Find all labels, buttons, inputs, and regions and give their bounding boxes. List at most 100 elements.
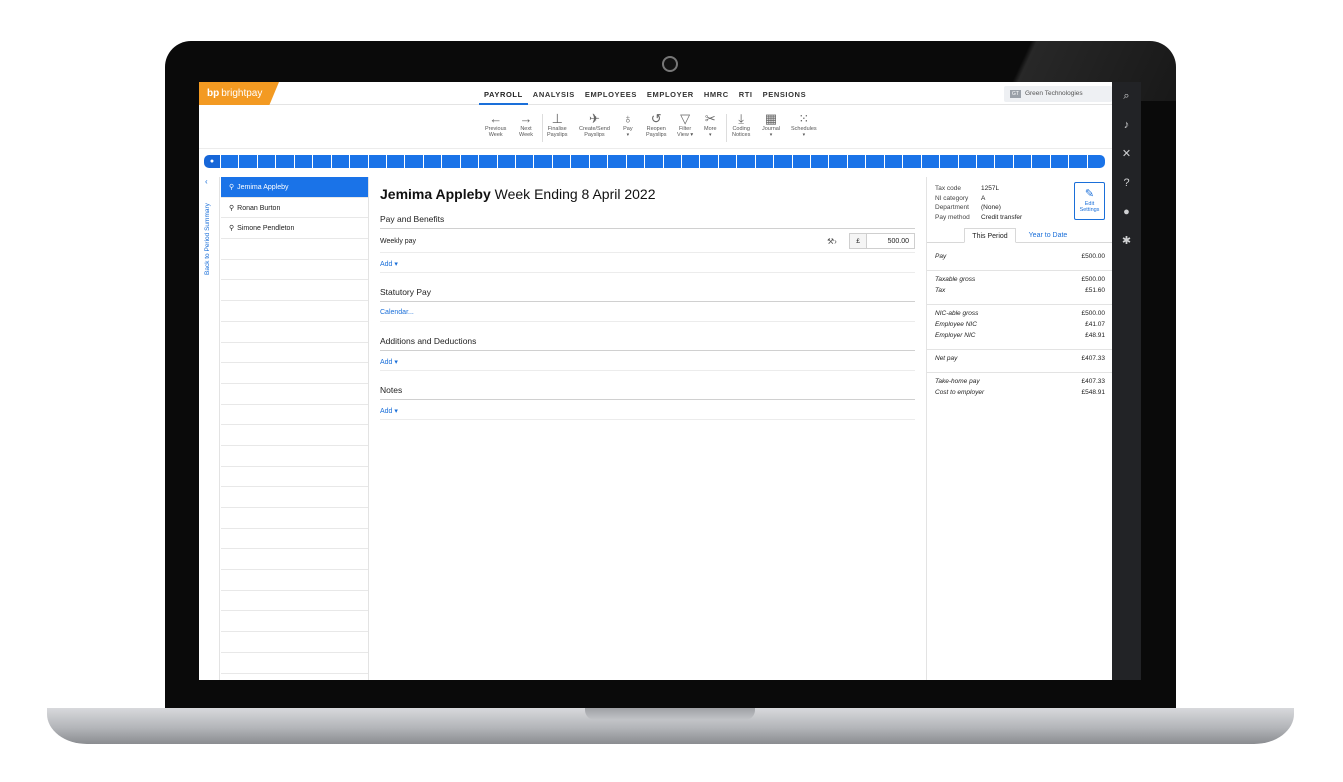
history-icon: ↺	[650, 111, 662, 126]
add-additions-link[interactable]: Add ▾	[380, 351, 915, 371]
strip-cell[interactable]	[534, 155, 552, 168]
strip-cell[interactable]	[663, 155, 681, 168]
back-to-period-summary-link[interactable]: Back to Period Summary	[204, 190, 211, 275]
strip-cell[interactable]	[737, 155, 755, 168]
strip-cell[interactable]	[589, 155, 608, 168]
next-week-button[interactable]: → Next Week	[519, 111, 533, 138]
strip-cell[interactable]	[423, 155, 442, 168]
bell-icon[interactable]: ♪	[1112, 111, 1141, 140]
empty-list-row	[221, 529, 368, 550]
strip-cell[interactable]	[386, 155, 405, 168]
tools-icon[interactable]: ✕	[1112, 140, 1141, 169]
previous-week-button[interactable]: ← Previous Week	[485, 111, 506, 138]
nav-analysis[interactable]: ANALYSIS	[528, 82, 580, 105]
strip-cell[interactable]	[1032, 155, 1050, 168]
strip-cell[interactable]	[239, 155, 257, 168]
strip-cell[interactable]	[645, 155, 663, 168]
bug-icon[interactable]: ✱	[1112, 227, 1141, 256]
person-icon[interactable]: ●	[204, 155, 220, 168]
strip-cell[interactable]	[940, 155, 958, 168]
strip-cell[interactable]	[368, 155, 386, 168]
strip-cell[interactable]	[294, 155, 313, 168]
strip-cell[interactable]	[331, 155, 350, 168]
chevron-left-icon: ‹	[205, 177, 208, 186]
wrench-icon[interactable]: ⚒›	[827, 237, 837, 246]
strip-cell[interactable]	[571, 155, 589, 168]
strip-cell[interactable]	[903, 155, 921, 168]
strip-cell[interactable]	[681, 155, 700, 168]
period-tabs: This Period Year to Date	[927, 228, 1113, 243]
nav-pensions[interactable]: PENSIONS	[758, 82, 812, 105]
strip-cell[interactable]	[774, 155, 792, 168]
strip-cell[interactable]	[460, 155, 479, 168]
strip-cell[interactable]	[755, 155, 774, 168]
strip-cell[interactable]	[313, 155, 331, 168]
strip-cell[interactable]	[1050, 155, 1069, 168]
brightpay-logo[interactable]: bp brightpay	[199, 82, 279, 105]
nav-employer[interactable]: EMPLOYER	[642, 82, 699, 105]
strip-cell[interactable]	[718, 155, 737, 168]
strip-cell[interactable]	[1069, 155, 1087, 168]
strip-cell[interactable]	[866, 155, 884, 168]
empty-list-row	[221, 632, 368, 653]
empty-list-row	[221, 280, 368, 302]
summary-line: Employer NIC £48.91	[935, 332, 1105, 339]
nav-employees[interactable]: EMPLOYEES	[580, 82, 642, 105]
user-icon[interactable]: ●	[1112, 198, 1141, 227]
pay-button[interactable]: ♁ Pay ▾	[623, 111, 633, 138]
strip-cell[interactable]	[442, 155, 460, 168]
tab-year-to-date[interactable]: Year to Date	[1018, 228, 1078, 243]
edit-settings-button[interactable]: ✎ Edit Settings	[1074, 182, 1105, 220]
strip-cell[interactable]	[700, 155, 718, 168]
summary-line: Cost to employer £548.91	[935, 389, 1105, 396]
strip-cell[interactable]	[1013, 155, 1032, 168]
calendar-link[interactable]: Calendar...	[380, 302, 915, 322]
company-switcher[interactable]: GT Green Technologies	[1004, 86, 1112, 102]
tab-this-period[interactable]: This Period	[964, 228, 1016, 243]
chevron-down-icon: ▾	[709, 132, 712, 138]
strip-cell[interactable]	[221, 155, 239, 168]
back-rail[interactable]: ‹ Back to Period Summary	[199, 177, 220, 680]
nav-payroll[interactable]: PAYROLL	[479, 82, 528, 105]
filter-view-button[interactable]: ▽ Filter View ▾	[677, 111, 693, 138]
strip-cell[interactable]	[958, 155, 976, 168]
company-name: Green Technologies	[1024, 90, 1083, 97]
create-send-payslips-button[interactable]: ✈ Create/Send Payslips	[579, 111, 610, 138]
strip-cell[interactable]	[626, 155, 645, 168]
strip-cell[interactable]	[257, 155, 276, 168]
journal-button[interactable]: ▦ Journal ▾	[762, 111, 780, 138]
strip-cell[interactable]	[350, 155, 368, 168]
strip-cell[interactable]	[884, 155, 903, 168]
strip-cell[interactable]	[811, 155, 829, 168]
help-icon[interactable]: ?	[1112, 169, 1141, 198]
list-item[interactable]: ⚲ Jemima Appleby	[221, 177, 368, 198]
strip-cell[interactable]	[405, 155, 423, 168]
weekly-pay-input[interactable]: 500.00	[867, 233, 915, 249]
nav-rti[interactable]: RTI	[734, 82, 758, 105]
strip-cell[interactable]	[497, 155, 515, 168]
strip-cell[interactable]	[921, 155, 940, 168]
search-icon[interactable]: ⌕	[1112, 82, 1141, 111]
strip-cell[interactable]	[792, 155, 810, 168]
empty-list-row	[221, 487, 368, 508]
list-item[interactable]: ⚲ Ronan Burton	[221, 198, 368, 219]
strip-cell[interactable]	[995, 155, 1013, 168]
strip-cell[interactable]	[1087, 155, 1105, 168]
coding-notices-button[interactable]: ⤓ Coding Notices	[732, 111, 750, 138]
list-item[interactable]: ⚲ Simone Pendleton	[221, 218, 368, 240]
add-pay-link[interactable]: Add ▾	[380, 253, 915, 273]
finalise-payslips-button[interactable]: ⊥ Finalise Payslips	[547, 111, 567, 138]
strip-cell[interactable]	[976, 155, 995, 168]
strip-cell[interactable]	[608, 155, 626, 168]
schedules-button[interactable]: ⁙ Schedules ▾	[791, 111, 817, 138]
strip-cell[interactable]	[847, 155, 866, 168]
reopen-payslips-button[interactable]: ↺ Reopen Payslips	[646, 111, 666, 138]
strip-cell[interactable]	[479, 155, 497, 168]
nav-hmrc[interactable]: HMRC	[699, 82, 734, 105]
strip-cell[interactable]	[516, 155, 534, 168]
add-notes-link[interactable]: Add ▾	[380, 400, 915, 420]
strip-cell[interactable]	[829, 155, 847, 168]
strip-cell[interactable]	[552, 155, 571, 168]
strip-cell[interactable]	[276, 155, 294, 168]
more-button[interactable]: ✂ More ▾	[704, 111, 717, 138]
